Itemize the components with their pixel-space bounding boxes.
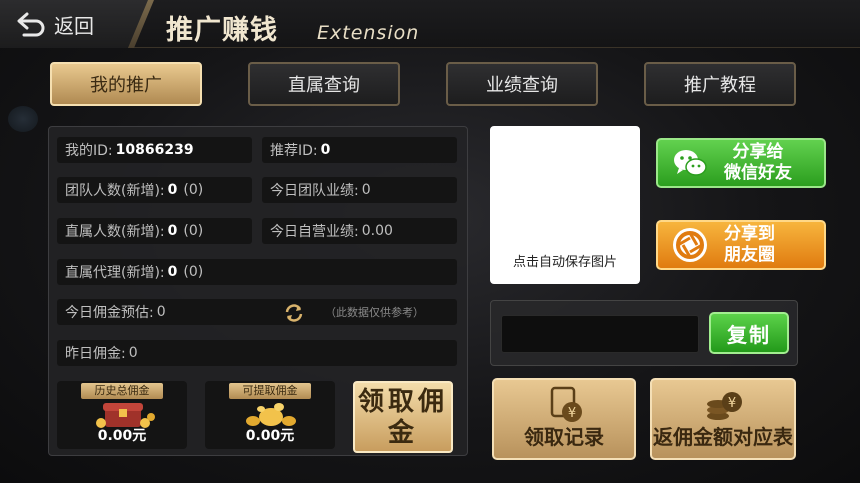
- copy-button[interactable]: 复制: [709, 312, 789, 354]
- claim-records-label: 领取记录: [524, 425, 604, 449]
- direct-agent-label: 直属代理(新增):: [65, 265, 165, 281]
- qr-caption: 点击自动保存图片: [512, 255, 617, 270]
- withdrawable-commission-label: 可提取佣金: [229, 383, 311, 399]
- tab-label: 直属查询: [288, 75, 360, 96]
- direct-new-value: (0): [183, 223, 204, 239]
- self-performance-label: 今日自营业绩:: [270, 224, 359, 240]
- wechat-icon: [674, 150, 707, 176]
- side-decoration: [8, 106, 38, 132]
- claim-records-button[interactable]: ¥ 领取记录: [492, 378, 636, 460]
- claim-commission-button[interactable]: 领取佣金: [353, 381, 453, 453]
- back-label: 返回: [54, 13, 94, 38]
- receipt-yen-icon: ¥: [550, 386, 582, 422]
- moments-aperture-icon: [673, 228, 707, 262]
- share-moments-label: 分享到 朋友圈: [724, 224, 775, 265]
- back-arrow-icon: [17, 12, 45, 37]
- team-count-value: 0: [167, 182, 178, 198]
- history-commission-value: 0.00元: [97, 428, 147, 444]
- data-reference-note: （此数据仅供参考）: [325, 306, 424, 319]
- rebate-table-label: 返佣金额对应表: [653, 425, 793, 449]
- promotion-link-input[interactable]: [501, 315, 699, 353]
- share-wechat-label: 分享给 微信好友: [724, 142, 792, 183]
- qr-code-image[interactable]: 点击自动保存图片: [490, 126, 640, 284]
- page-title: 推广赚钱: [166, 15, 278, 46]
- referrer-id-field: 推荐ID: 0: [262, 137, 457, 163]
- yesterday-commission-label: 昨日佣金:: [65, 346, 126, 362]
- direct-agent-field: 直属代理(新增): 0 (0): [57, 259, 457, 285]
- tab-tutorial[interactable]: 推广教程: [644, 62, 796, 106]
- tab-performance-query[interactable]: 业绩查询: [446, 62, 598, 106]
- tab-label: 推广教程: [684, 75, 756, 96]
- self-performance-value: 0.00: [361, 223, 393, 239]
- estimated-commission-field: 今日佣金预估: 0 （此数据仅供参考）: [57, 299, 457, 325]
- direct-agent-new-value: (0): [183, 264, 204, 280]
- team-performance-field: 今日团队业绩: 0: [262, 177, 457, 203]
- withdrawable-commission-card: 可提取佣金 0.00元: [205, 381, 335, 449]
- referrer-id-value: 0: [320, 142, 331, 158]
- refresh-icon[interactable]: [283, 303, 305, 323]
- team-count-label: 团队人数(新增):: [65, 183, 165, 199]
- withdrawable-commission-value: 0.00元: [245, 428, 295, 444]
- my-id-label: 我的ID:: [65, 143, 113, 159]
- team-performance-label: 今日团队业绩:: [270, 183, 359, 199]
- page-title-en: Extension: [317, 22, 420, 44]
- team-performance-value: 0: [361, 182, 371, 198]
- my-id-field: 我的ID: 10866239: [57, 137, 252, 163]
- direct-agent-value: 0: [167, 264, 178, 280]
- tab-label: 业绩查询: [486, 75, 558, 96]
- svg-text:¥: ¥: [728, 396, 736, 411]
- my-id-value: 10866239: [115, 142, 194, 158]
- tab-my-promotion[interactable]: 我的推广: [50, 62, 202, 106]
- estimated-commission-value: 0: [156, 304, 166, 320]
- promotion-stats-panel: 我的ID: 10866239 推荐ID: 0 团队人数(新增): 0 (0) 今…: [48, 126, 468, 456]
- header-bar: 返回 推广赚钱 Extension: [0, 0, 860, 48]
- share-moments-button[interactable]: 分享到 朋友圈: [656, 220, 826, 270]
- yesterday-commission-field: 昨日佣金: 0: [57, 340, 457, 366]
- team-count-field: 团队人数(新增): 0 (0): [57, 177, 252, 203]
- coin-stack-yen-icon: ¥: [707, 392, 742, 420]
- yesterday-commission-value: 0: [128, 345, 138, 361]
- rebate-table-button[interactable]: ¥ 返佣金额对应表: [650, 378, 796, 460]
- back-button[interactable]: 返回: [0, 0, 150, 48]
- team-new-value: (0): [183, 182, 204, 198]
- direct-count-value: 0: [167, 223, 178, 239]
- share-wechat-button[interactable]: 分享给 微信好友: [656, 138, 826, 188]
- referrer-id-label: 推荐ID:: [270, 143, 318, 159]
- history-commission-card: 历史总佣金 0.00元: [57, 381, 187, 449]
- tab-label: 我的推广: [90, 75, 162, 96]
- promotion-link-box: 复制: [490, 300, 798, 366]
- estimated-commission-label: 今日佣金预估:: [65, 305, 154, 321]
- direct-count-label: 直属人数(新增):: [65, 224, 165, 240]
- svg-text:¥: ¥: [568, 406, 576, 421]
- tab-direct-query[interactable]: 直属查询: [248, 62, 400, 106]
- self-performance-field: 今日自营业绩: 0.00: [262, 218, 457, 244]
- history-commission-label: 历史总佣金: [81, 383, 163, 399]
- direct-count-field: 直属人数(新增): 0 (0): [57, 218, 252, 244]
